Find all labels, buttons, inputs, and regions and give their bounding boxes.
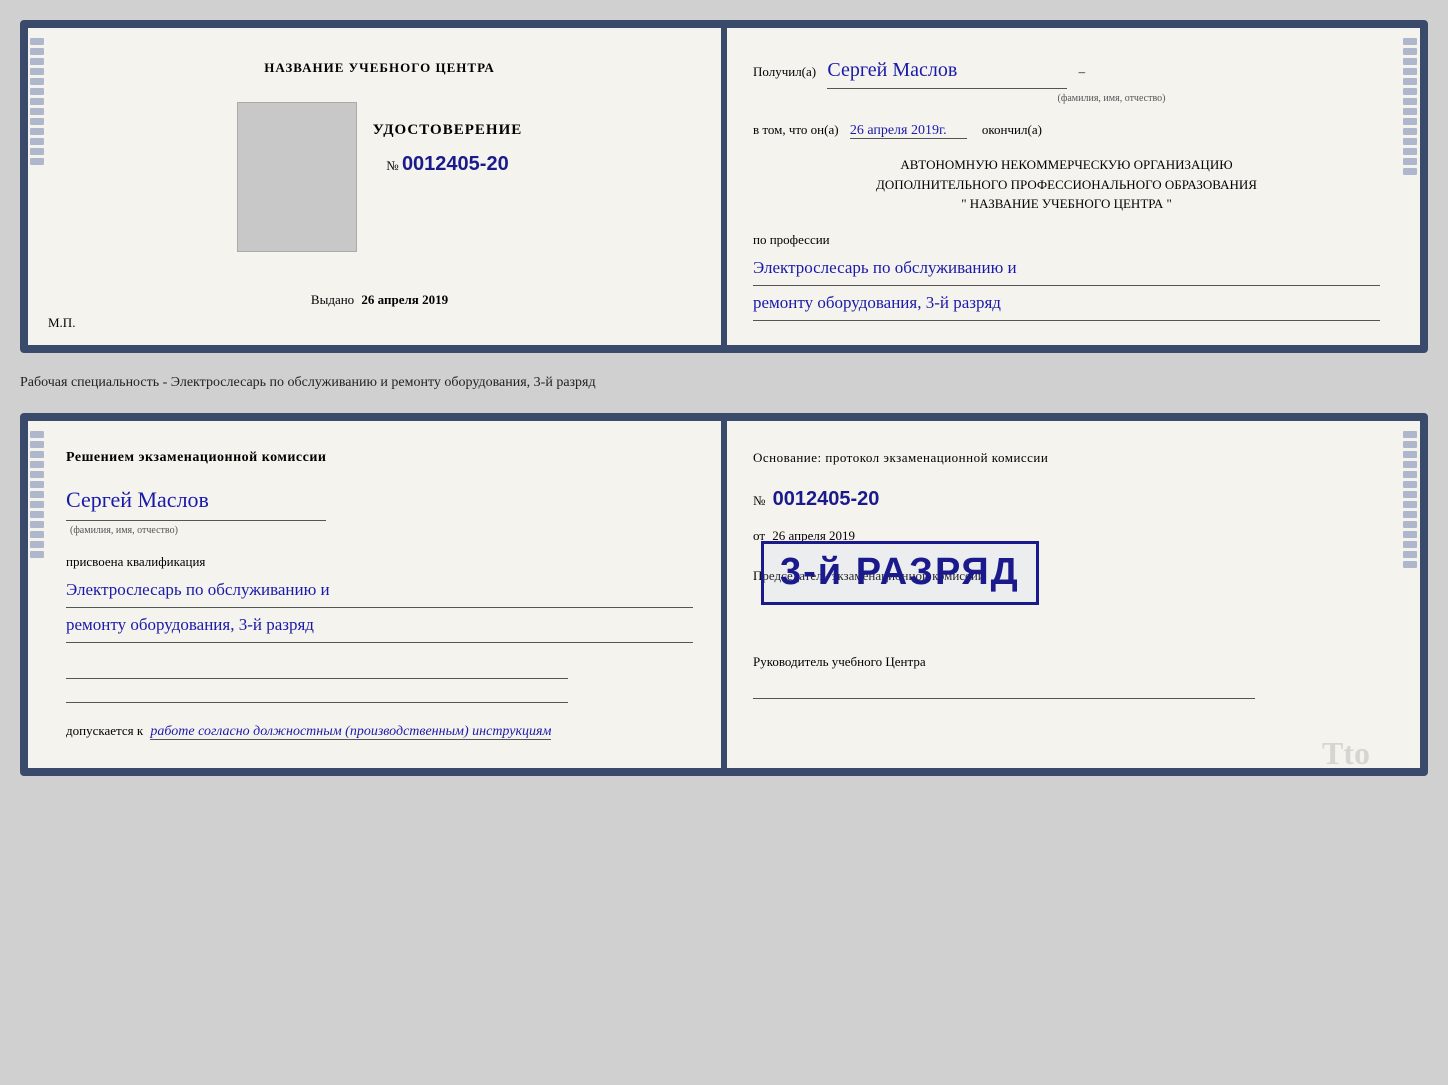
issued-label: Выдано	[311, 292, 354, 307]
edge-bar	[1403, 461, 1417, 468]
certificate-card-1: НАЗВАНИЕ УЧЕБНОГО ЦЕНТРА УДОСТОВЕРЕНИЕ №…	[20, 20, 1428, 353]
edge-bar	[1403, 481, 1417, 488]
edge-bar	[1403, 491, 1417, 498]
school-name-heading: НАЗВАНИЕ УЧЕБНОГО ЦЕНТРА	[264, 60, 495, 76]
org-block: АВТОНОМНУЮ НЕКОММЕРЧЕСКУЮ ОРГАНИЗАЦИЮ ДО…	[753, 155, 1380, 214]
photo-placeholder	[237, 102, 357, 252]
edge-bar	[1403, 88, 1417, 95]
edge-bar	[1403, 511, 1417, 518]
rukovoditel-label: Руководитель учебного Центра	[753, 649, 1380, 675]
certificate-label: УДОСТОВЕРЕНИЕ	[373, 122, 523, 139]
basis-heading: Основание: протокол экзаменационной коми…	[753, 445, 1380, 471]
in-that-line: в том, что он(а) 26 апреля 2019г. окончи…	[753, 118, 1380, 143]
sig-line-1	[66, 659, 568, 679]
edge-bar	[1403, 471, 1417, 478]
edge-bar	[1403, 58, 1417, 65]
protocol-number-line: № 0012405-20	[753, 479, 1380, 519]
edge-bar	[1403, 168, 1417, 175]
recipient-name: Сергей Маслов	[827, 52, 1067, 89]
qualification-stamp: 3-й РАЗРЯД	[761, 541, 1039, 605]
cert-number: 0012405-20	[402, 153, 509, 175]
qualification-text-2: ремонту оборудования, 3-й разряд	[66, 608, 693, 643]
stamp-text: 3-й РАЗРЯД	[780, 552, 1020, 594]
allowed-text: работе согласно должностным (производств…	[150, 724, 551, 740]
edge-bar	[1403, 551, 1417, 558]
completion-date: 26 апреля 2019г.	[850, 123, 967, 139]
separator-text: Рабочая специальность - Электрослесарь п…	[20, 371, 1428, 395]
tto-watermark: Tto	[1322, 721, 1370, 776]
qualification-text-1: Электрослесарь по обслуживанию и	[66, 573, 693, 608]
sig-line-2	[66, 683, 568, 703]
edge-bar	[1403, 78, 1417, 85]
org-line3: " НАЗВАНИЕ УЧЕБНОГО ЦЕНТРА "	[753, 194, 1380, 214]
edge-bar	[1403, 118, 1417, 125]
certificate-card-2: Решением экзаменационной комиссии Сергей…	[20, 413, 1428, 776]
person-name: Сергей Маслов	[66, 480, 326, 521]
org-line2: ДОПОЛНИТЕЛЬНОГО ПРОФЕССИОНАЛЬНОГО ОБРАЗО…	[753, 175, 1380, 195]
edge-bar	[1403, 108, 1417, 115]
cert-number-prefix: №	[386, 158, 398, 173]
profession-text-2: ремонту оборудования, 3-й разряд	[753, 286, 1380, 321]
received-line: Получил(а) Сергей Маслов – (фамилия, имя…	[753, 52, 1380, 108]
edge-bar	[1403, 98, 1417, 105]
decision-heading: Решением экзаменационной комиссии	[66, 445, 693, 470]
fio-label-1: (фамилия, имя, отчество)	[843, 90, 1380, 108]
edge-bar	[1403, 541, 1417, 548]
profession-label: по профессии	[753, 228, 1380, 251]
profession-text-1: Электрослесарь по обслуживанию и	[753, 251, 1380, 286]
mp-label: М.П.	[48, 315, 75, 331]
right-edge-decoration-2	[1400, 421, 1420, 768]
profession-line: по профессии Электрослесарь по обслужива…	[753, 228, 1380, 321]
allowed-line: допускается к работе согласно должностны…	[66, 719, 693, 744]
finished-label: окончил(а)	[982, 122, 1042, 137]
edge-bar	[1403, 48, 1417, 55]
sig-line-right	[753, 679, 1255, 699]
card1-left-page: НАЗВАНИЕ УЧЕБНОГО ЦЕНТРА УДОСТОВЕРЕНИЕ №…	[28, 28, 721, 345]
edge-bar	[1403, 451, 1417, 458]
card2-right-page: Основание: протокол экзаменационной коми…	[721, 421, 1420, 768]
received-label: Получил(а)	[753, 64, 816, 79]
in-that-label: в том, что он(а)	[753, 122, 839, 137]
right-edge-decoration	[1400, 28, 1420, 345]
person-name-section: Сергей Маслов (фамилия, имя, отчество)	[66, 480, 693, 540]
edge-bar	[1403, 128, 1417, 135]
card1-right-page: Получил(а) Сергей Маслов – (фамилия, имя…	[721, 28, 1420, 345]
assigned-label: присвоена квалификация	[66, 550, 693, 573]
fio-label-2: (фамилия, имя, отчество)	[66, 522, 693, 540]
allowed-label: допускается к	[66, 723, 143, 738]
edge-bar	[1403, 148, 1417, 155]
issued-date: 26 апреля 2019	[361, 292, 448, 307]
edge-bar	[1403, 68, 1417, 75]
edge-bar	[1403, 501, 1417, 508]
edge-bar	[1403, 158, 1417, 165]
page-container: НАЗВАНИЕ УЧЕБНОГО ЦЕНТРА УДОСТОВЕРЕНИЕ №…	[20, 20, 1428, 776]
edge-bar	[1403, 38, 1417, 45]
protocol-number: 0012405-20	[773, 488, 880, 510]
edge-bar	[1403, 431, 1417, 438]
edge-bar	[1403, 441, 1417, 448]
edge-bar	[1403, 138, 1417, 145]
edge-bar	[1403, 561, 1417, 568]
signature-lines	[66, 659, 693, 703]
org-line1: АВТОНОМНУЮ НЕКОММЕРЧЕСКУЮ ОРГАНИЗАЦИЮ	[753, 155, 1380, 175]
number-prefix: №	[753, 493, 765, 508]
edge-bar	[1403, 531, 1417, 538]
edge-bar	[1403, 521, 1417, 528]
card2-left-page: Решением экзаменационной комиссии Сергей…	[28, 421, 721, 768]
